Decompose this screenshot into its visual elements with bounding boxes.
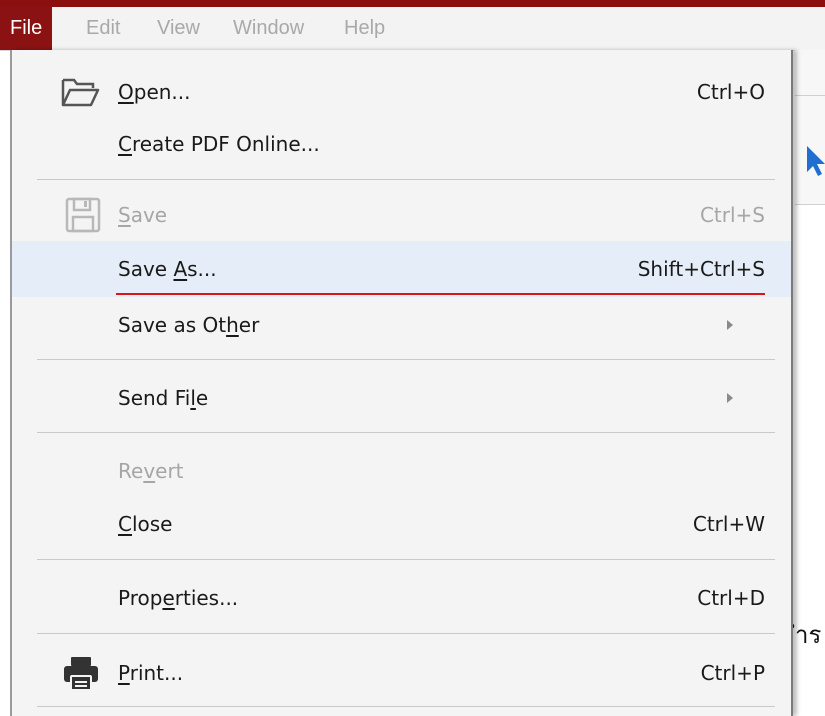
submenu-arrow-icon: [727, 393, 733, 403]
menu-item-shortcut: Shift+Ctrl+S: [637, 257, 765, 281]
mnemonic: e: [162, 586, 175, 610]
menu-separator: [37, 633, 775, 634]
menu-item-label: Properties...: [118, 586, 239, 610]
menu-help[interactable]: Help: [334, 7, 395, 50]
app-toolbar: [795, 50, 825, 205]
menu-item-label: Close: [118, 512, 173, 536]
menu-window[interactable]: Window: [223, 7, 314, 50]
toolbar-divider: [795, 95, 825, 96]
menu-item-open[interactable]: Open... Ctrl+O: [12, 64, 791, 120]
menu-separator: [37, 559, 775, 560]
menu-item-properties[interactable]: Properties... Ctrl+D: [12, 570, 791, 626]
menu-view[interactable]: View: [147, 7, 210, 50]
menu-item-print[interactable]: Print... Ctrl+P: [12, 645, 791, 701]
menu-item-shortcut: Ctrl+O: [696, 80, 765, 104]
menu-bar: File Edit View Window Help: [0, 7, 825, 51]
menu-edit[interactable]: Edit: [76, 7, 130, 50]
folder-open-icon: [61, 78, 100, 107]
document-area: ำร: [795, 50, 825, 716]
menu-item-save[interactable]: Save Ctrl+S: [12, 187, 791, 243]
document-text-fragment: ำร: [795, 621, 822, 649]
menu-item-save-as[interactable]: Save As... Shift+Ctrl+S: [12, 241, 791, 297]
printer-icon: [64, 657, 98, 691]
menu-file[interactable]: File: [0, 7, 53, 50]
menu-item-label: Save: [118, 203, 168, 227]
menu-item-shortcut: Ctrl+S: [699, 203, 765, 227]
menu-item-save-as-other[interactable]: Save as Other: [12, 297, 791, 353]
mnemonic: h: [226, 313, 239, 337]
menu-item-label: Send File: [118, 386, 209, 410]
save-disk-icon: [65, 197, 101, 233]
menu-separator: [37, 706, 775, 707]
mnemonic: v: [143, 459, 156, 483]
annotation-underline: [116, 293, 765, 295]
mnemonic: S: [118, 203, 131, 227]
mnemonic: O: [118, 80, 134, 104]
submenu-arrow-icon: [727, 320, 733, 330]
menu-separator: [37, 359, 775, 360]
menu-item-shortcut: Ctrl+D: [697, 586, 765, 610]
select-tool-arrow-icon[interactable]: [805, 144, 825, 178]
menu-item-revert[interactable]: Revert: [12, 443, 791, 499]
menu-item-label: Save As...: [118, 257, 217, 281]
menu-item-label: Print...: [118, 661, 184, 685]
menu-item-label: Open...: [118, 80, 191, 104]
mnemonic: A: [173, 257, 188, 281]
mnemonic: C: [118, 512, 132, 536]
file-menu-dropdown: Open... Ctrl+O Create PDF Online... Save…: [10, 50, 793, 716]
menu-item-send-file[interactable]: Send File: [12, 370, 791, 426]
menu-item-label: Save as Other: [118, 313, 260, 337]
menu-separator: [37, 179, 775, 180]
menu-item-create-pdf-online[interactable]: Create PDF Online...: [12, 116, 791, 172]
menu-item-close[interactable]: Close Ctrl+W: [12, 496, 791, 552]
menu-item-shortcut: Ctrl+W: [692, 512, 765, 536]
menu-item-label: Create PDF Online...: [118, 132, 320, 156]
menu-separator: [37, 432, 775, 433]
mnemonic: C: [118, 132, 132, 156]
mnemonic: P: [118, 661, 130, 685]
window-top-border: [0, 0, 825, 7]
mnemonic: l: [190, 386, 196, 410]
menu-item-shortcut: Ctrl+P: [700, 661, 765, 685]
menu-item-label: Revert: [118, 459, 184, 483]
